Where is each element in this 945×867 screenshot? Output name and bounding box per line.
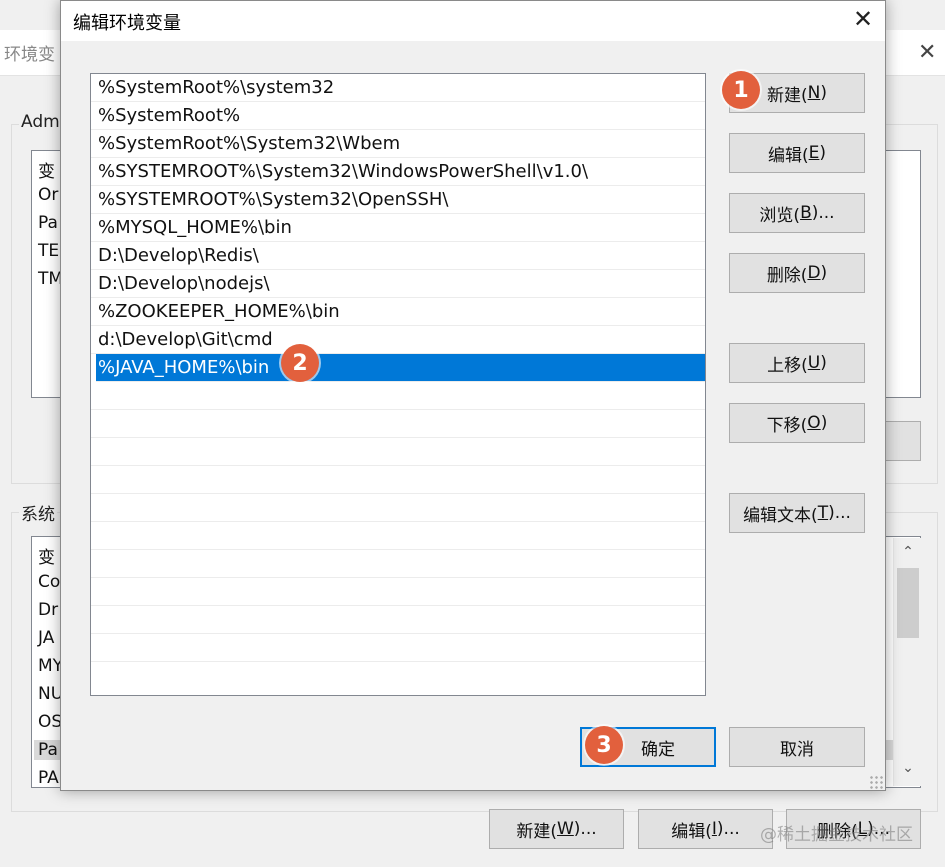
bg-edit-label-suffix: )... [716,819,740,839]
dialog-title: 编辑环境变量 [73,13,181,34]
delete-button[interactable]: 删除(D) [729,253,865,293]
watermark: @稀土掘金技术社区 [760,825,913,845]
bg-edit-label-prefix: 编辑( [671,821,712,842]
empty-row[interactable] [91,438,705,466]
move-down-label-prefix: 下移( [766,415,808,436]
list-item[interactable]: JA [38,628,54,648]
path-row[interactable]: D:\Develop\Redis\ [91,242,705,270]
path-row[interactable]: d:\Develop\Git\cmd [91,326,705,354]
step-badge-1: 1 [722,71,760,109]
edit-text-label-key: T [817,503,829,523]
delete-label-suffix: ) [820,263,828,283]
browse-label-key: B [800,203,812,223]
step-badge-3: 3 [585,726,623,764]
resize-grip-icon[interactable] [869,775,883,789]
move-up-label-suffix: ) [820,353,827,373]
user-variables-label: Adm [19,112,62,132]
bg-new-label-prefix: 新建( [516,821,557,842]
browse-label-suffix: )... [811,203,835,223]
empty-row[interactable] [91,382,705,410]
empty-row[interactable] [91,522,705,550]
ok-label: 确定 [641,739,675,760]
move-down-label-key: O [807,413,821,433]
move-down-label-suffix: ) [820,413,828,433]
delete-label-key: D [807,263,821,283]
path-row[interactable]: %ZOOKEEPER_HOME%\bin [91,298,705,326]
path-row[interactable]: %SYSTEMROOT%\System32\WindowsPowerShell\… [91,158,705,186]
move-up-label-key: U [807,353,821,373]
path-row[interactable]: %SystemRoot%\system32 [91,74,705,102]
path-row[interactable]: %SystemRoot% [91,102,705,130]
empty-row[interactable] [91,578,705,606]
empty-row[interactable] [91,550,705,578]
path-row-selected[interactable]: %JAVA_HOME%\bin [96,354,705,382]
list-item[interactable]: Pa [38,213,58,233]
list-item[interactable]: OS [38,712,62,732]
move-up-label-prefix: 上移( [767,355,808,376]
list-item[interactable]: 变 [38,543,55,568]
move-down-button[interactable]: 下移(O) [729,403,865,443]
system-variables-label: 系统 [19,500,57,525]
new-label-prefix: 新建( [767,85,808,106]
list-item[interactable]: PA [38,768,59,787]
bg-new-button[interactable]: 新建(W)... [489,809,624,849]
browse-button[interactable]: 浏览(B)... [729,193,865,233]
empty-row[interactable] [91,410,705,438]
dialog-titlebar [61,1,885,41]
edit-text-label-prefix: 编辑文本( [743,505,818,526]
empty-row[interactable] [91,634,705,662]
scrollbar-thumb[interactable] [897,568,919,638]
list-item[interactable]: Or [38,185,58,205]
edit-text-label-suffix: )... [828,503,851,523]
system-list-scrollbar[interactable]: ⌃ ⌄ [893,538,921,786]
list-item[interactable]: 变 [38,157,55,182]
list-item[interactable]: Co [38,572,60,592]
move-up-button[interactable]: 上移(U) [729,343,865,383]
bg-user-edit-button[interactable] [880,421,921,461]
path-row[interactable]: %MYSQL_HOME%\bin [91,214,705,242]
edit-label-suffix: ) [819,143,827,163]
empty-row[interactable] [91,606,705,634]
edit-environment-variable-dialog: 编辑环境变量 ✕ %SystemRoot%\system32 %SystemRo… [60,0,886,791]
cancel-button[interactable]: 取消 [729,727,865,767]
list-item[interactable]: TE [38,241,59,261]
delete-label-prefix: 删除( [766,265,808,286]
path-list[interactable]: %SystemRoot%\system32 %SystemRoot% %Syst… [90,73,706,696]
chevron-down-icon[interactable]: ⌄ [894,760,922,776]
bg-new-label-key: W [556,819,574,839]
bg-window-title: 环境变 [4,45,55,65]
bg-close-icon[interactable]: ✕ [918,40,936,65]
new-label-key: N [807,83,821,103]
chevron-up-icon[interactable]: ⌃ [894,544,922,560]
bg-edit-button[interactable]: 编辑(I)... [638,809,773,849]
step-badge-2: 2 [281,344,319,382]
edit-text-button[interactable]: 编辑文本(T)... [729,493,865,533]
empty-row[interactable] [91,494,705,522]
path-row[interactable]: %SystemRoot%\System32\Wbem [91,130,705,158]
list-item[interactable]: Dr [38,600,58,620]
path-row[interactable]: D:\Develop\nodejs\ [91,270,705,298]
empty-row[interactable] [91,466,705,494]
browse-label-prefix: 浏览( [759,205,801,226]
cancel-label: 取消 [780,739,814,760]
close-icon[interactable]: ✕ [849,5,877,33]
edit-label-key: E [808,143,820,163]
path-row[interactable]: %SYSTEMROOT%\System32\OpenSSH\ [91,186,705,214]
bg-new-label-suffix: )... [573,819,597,839]
new-label-suffix: ) [820,83,827,103]
edit-button[interactable]: 编辑(E) [729,133,865,173]
edit-label-prefix: 编辑( [767,145,809,166]
